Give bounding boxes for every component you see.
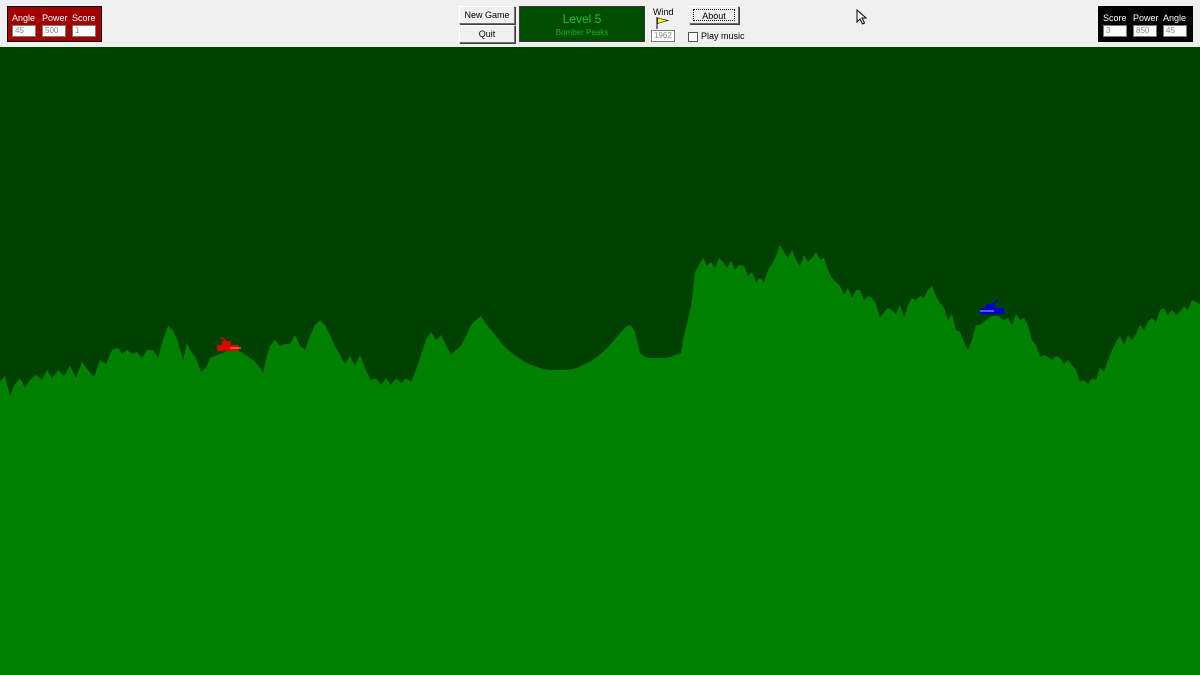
red-angle-field[interactable]: 45 bbox=[12, 25, 36, 37]
blue-power-label: Power bbox=[1133, 13, 1159, 23]
blue-angle-field[interactable]: 45 bbox=[1163, 25, 1187, 37]
about-button-label: About bbox=[693, 9, 735, 21]
blue-power-field[interactable]: 850 bbox=[1133, 25, 1157, 37]
level-name: Bomber Peaks bbox=[555, 28, 609, 37]
flag-icon bbox=[656, 17, 669, 29]
red-angle-label: Angle bbox=[12, 13, 36, 23]
battlefield[interactable] bbox=[0, 47, 1200, 675]
new-game-button[interactable]: New Game bbox=[459, 6, 515, 24]
blue-player-panel: Score Power Angle 3 850 45 bbox=[1098, 6, 1193, 42]
about-button[interactable]: About bbox=[689, 6, 739, 24]
red-power-label: Power bbox=[42, 13, 68, 23]
red-score-label: Score bbox=[72, 13, 96, 23]
mouse-pointer-icon bbox=[856, 9, 868, 25]
quit-button[interactable]: Quit bbox=[459, 25, 515, 43]
blue-score-label: Score bbox=[1103, 13, 1127, 23]
wind-label: Wind bbox=[653, 7, 674, 17]
blue-score-field[interactable]: 3 bbox=[1103, 25, 1127, 37]
play-music-checkbox[interactable] bbox=[688, 32, 698, 42]
red-score-field[interactable]: 1 bbox=[72, 25, 96, 37]
game-toolbar: Angle Power Score 45 500 1 New Game Quit… bbox=[0, 0, 1200, 48]
level-display: Level 5 Bomber Peaks bbox=[519, 6, 645, 42]
red-power-field[interactable]: 500 bbox=[42, 25, 66, 37]
level-title: Level 5 bbox=[562, 12, 602, 26]
blue-angle-label: Angle bbox=[1163, 13, 1187, 23]
wind-value-field: 1962 bbox=[651, 30, 675, 42]
blue-tank-turret bbox=[986, 304, 995, 309]
red-player-panel: Angle Power Score 45 500 1 bbox=[7, 6, 102, 42]
play-music-label[interactable]: Play music bbox=[701, 31, 745, 41]
